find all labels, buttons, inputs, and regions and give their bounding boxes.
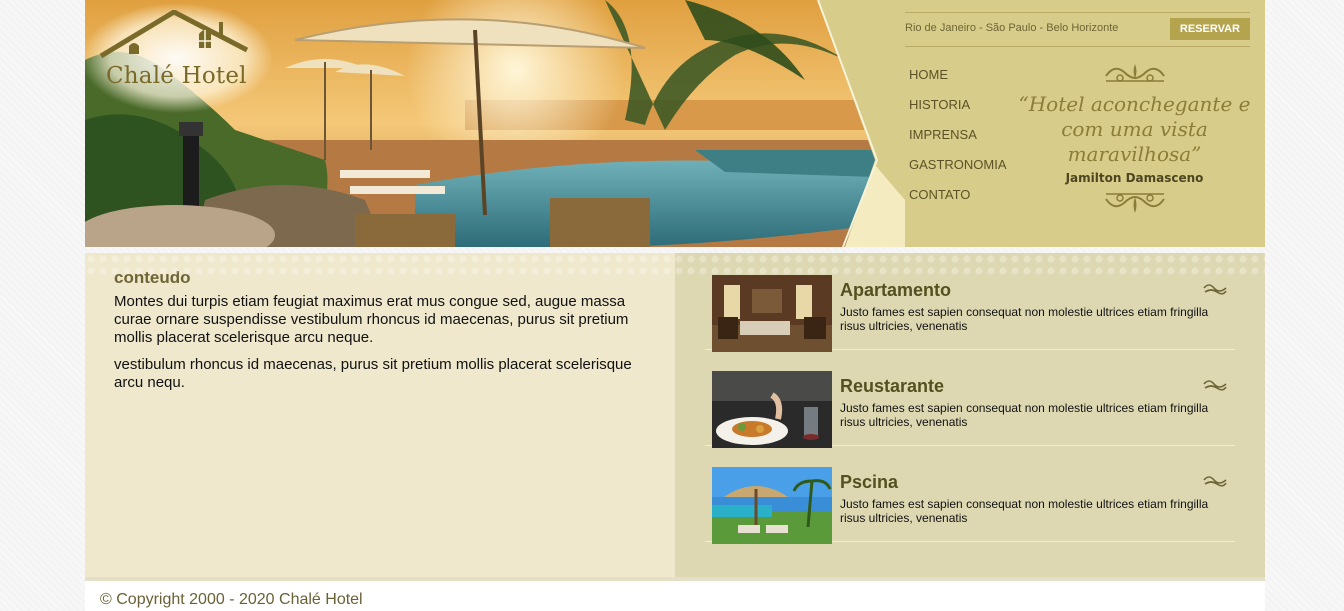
- reserve-button[interactable]: RESERVAR: [1169, 18, 1250, 40]
- flourish-bottom-icon: [1104, 193, 1165, 213]
- feature-title[interactable]: Apartamento: [840, 280, 951, 301]
- swirl-icon: [1203, 284, 1227, 295]
- decorative-pattern: [85, 253, 1265, 275]
- feature-description: Justo fames est sapien consequat non mol…: [840, 305, 1209, 333]
- quote-text: “Hotel aconchegante e com uma vista mara…: [1018, 92, 1251, 166]
- logo-text: Chalé Hotel: [106, 63, 247, 89]
- hero-image: Chalé Hotel: [85, 0, 905, 247]
- content-paragraph: vestibulum rhoncus id maecenas, purus si…: [114, 356, 632, 391]
- nav-contato[interactable]: CONTATO: [909, 182, 1007, 212]
- main-nav: HOME HISTORIA IMPRENSA GASTRONOMIA CONTA…: [909, 62, 1007, 212]
- nav-imprensa[interactable]: IMPRENSA: [909, 122, 1007, 152]
- nav-gastronomia[interactable]: GASTRONOMIA: [909, 152, 1007, 182]
- feature-title[interactable]: Reustarante: [840, 376, 944, 397]
- swirl-icon: [1203, 476, 1227, 487]
- feature-description: Justo fames est sapien consequat non mol…: [840, 497, 1209, 525]
- content-section: conteudo Montes dui turpis etiam feugiat…: [85, 253, 675, 577]
- cities-text: Rio de Janeiro - São Paulo - Belo Horizo…: [905, 22, 1119, 34]
- testimonial: “Hotel aconchegante e com uma vista mara…: [1018, 60, 1251, 215]
- pool-photo[interactable]: [712, 467, 832, 544]
- quote-author: Jamilton Damasceno: [1065, 171, 1204, 185]
- flourish-top-icon: [1105, 64, 1165, 82]
- restaurant-photo[interactable]: [712, 371, 832, 448]
- top-bar: Rio de Janeiro - São Paulo - Belo Horizo…: [905, 12, 1250, 47]
- main-content: conteudo Montes dui turpis etiam feugiat…: [85, 253, 1265, 577]
- apartment-photo[interactable]: [712, 275, 832, 352]
- page: Chalé Hotel Rio de Janeiro - São Paulo -…: [85, 0, 1265, 611]
- logo[interactable]: Chalé Hotel: [99, 10, 259, 100]
- site-footer: © Copyright 2000 - 2020 Chalé Hotel: [85, 581, 1265, 611]
- site-header: Chalé Hotel Rio de Janeiro - São Paulo -…: [85, 0, 1265, 247]
- feature-item-piscina[interactable]: Pscina Justo fames est sapien consequat …: [705, 445, 1235, 544]
- swirl-icon: [1203, 380, 1227, 391]
- copyright-text: © Copyright 2000 - 2020 Chalé Hotel: [100, 591, 363, 608]
- feature-description: Justo fames est sapien consequat non mol…: [840, 401, 1209, 429]
- features-section: Apartamento Justo fames est sapien conse…: [675, 253, 1265, 577]
- content-paragraph: Montes dui turpis etiam feugiat maximus …: [114, 293, 629, 346]
- house-icon: [99, 10, 249, 59]
- feature-title[interactable]: Pscina: [840, 472, 898, 493]
- nav-historia[interactable]: HISTORIA: [909, 92, 1007, 122]
- feature-item-restaurante[interactable]: Reustarante Justo fames est sapien conse…: [705, 349, 1235, 448]
- nav-home[interactable]: HOME: [909, 62, 1007, 92]
